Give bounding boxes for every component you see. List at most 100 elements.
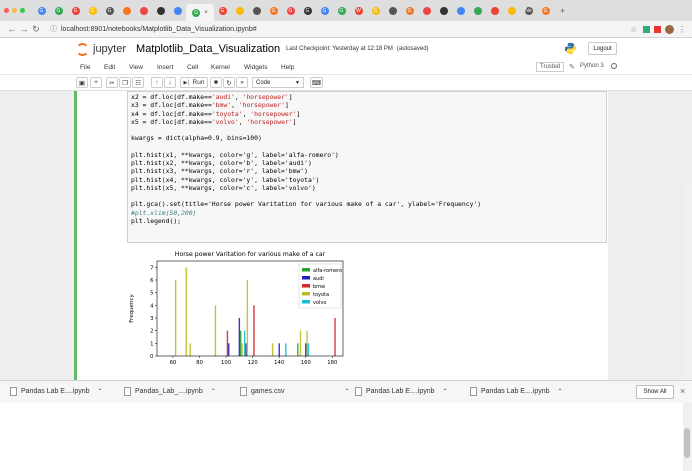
jupyter-logo[interactable]: jupyter [76, 42, 126, 56]
y-tick-label: 1 [150, 341, 153, 347]
browser-tab[interactable]: G [282, 4, 299, 18]
download-item[interactable]: games.csv ⌃ [240, 387, 350, 396]
browser-tab[interactable] [231, 4, 248, 18]
menu-view[interactable]: View [129, 64, 143, 71]
code-token: ] [292, 117, 297, 126]
browser-tab[interactable] [135, 4, 152, 18]
code-token: 'horsepower' [250, 109, 297, 118]
browser-tab[interactable]: G [33, 4, 50, 18]
browser-tab[interactable]: W [350, 4, 367, 18]
download-item[interactable]: Pandas_Lab_....ipynb ⌃ [124, 387, 216, 396]
browser-tab[interactable] [169, 4, 186, 18]
browser-tab[interactable]: G [299, 4, 316, 18]
close-icon[interactable]: × [680, 386, 685, 396]
code-editor[interactable]: x2 = df.loc[df.make=='audi', 'horsepower… [131, 93, 603, 225]
browser-tab[interactable]: G [401, 4, 418, 18]
notebook-scrollbar[interactable] [683, 182, 692, 471]
code-line: plt.hist(x5, **kwargs, color='c', label=… [131, 184, 603, 192]
code-cell[interactable]: x2 = df.loc[df.make=='audi', 'horsepower… [74, 91, 608, 380]
extension-icon[interactable] [654, 25, 661, 33]
tab-favicon-icon: G [286, 6, 295, 15]
browser-tab[interactable]: G [84, 4, 101, 18]
new-tab-button[interactable]: + [560, 6, 565, 16]
avatar[interactable] [665, 24, 674, 34]
scrollbar-thumb[interactable] [684, 428, 690, 458]
menu-edit[interactable]: Edit [104, 64, 115, 71]
browser-tab[interactable] [486, 4, 503, 18]
chevron-up-icon[interactable]: ⌃ [558, 388, 563, 395]
save-button[interactable]: ▣ [76, 77, 88, 88]
tab-favicon-icon [122, 6, 131, 15]
logout-button[interactable]: Logout [588, 42, 617, 55]
download-item[interactable]: Pandas Lab E....ipynb ⌃ [355, 387, 448, 396]
move-up-button[interactable]: ↑ [151, 77, 163, 88]
browser-tab[interactable]: G [67, 4, 84, 18]
browser-tab[interactable]: G [50, 4, 67, 18]
browser-tab[interactable] [435, 4, 452, 18]
browser-tab[interactable]: G [265, 4, 282, 18]
show-all-button[interactable]: Show All [636, 385, 674, 399]
browser-tab[interactable] [384, 4, 401, 18]
menu-icon[interactable]: ⋮ [678, 25, 686, 34]
browser-tab[interactable]: G [214, 4, 231, 18]
browser-tab[interactable] [469, 4, 486, 18]
notebook-name[interactable]: Matplotlib_Data_Visualization [136, 43, 280, 55]
tab-favicon-icon: G [71, 6, 80, 15]
histogram-bar [240, 330, 242, 356]
download-item[interactable]: Pandas Lab E....ipynb ⌃ [10, 387, 103, 396]
move-down-button[interactable]: ↓ [164, 77, 176, 88]
back-icon[interactable]: ← [6, 24, 18, 34]
browser-tab[interactable]: Ne [520, 4, 537, 18]
x-tick-label: 160 [301, 360, 312, 366]
minimize-window-icon[interactable] [12, 8, 17, 13]
code-token: 'volvo' [211, 117, 239, 126]
menu-widgets[interactable]: Widgets [244, 64, 267, 71]
cell-type-select[interactable]: Code ▼ [252, 77, 304, 88]
trusted-indicator[interactable]: Trusted [536, 62, 565, 72]
chevron-up-icon[interactable]: ⌃ [98, 388, 103, 395]
copy-button[interactable]: ❐ [119, 77, 131, 88]
menu-insert[interactable]: Insert [157, 64, 173, 71]
browser-tab[interactable] [503, 4, 520, 18]
insert-cell-button[interactable]: + [90, 77, 102, 88]
browser-tab[interactable]: G [537, 4, 554, 18]
maximize-window-icon[interactable] [20, 8, 25, 13]
code-token: , [231, 101, 239, 110]
run-button[interactable]: ▶│ Run [180, 77, 208, 88]
browser-tab[interactable]: G [316, 4, 333, 18]
download-item[interactable]: Pandas Lab E....ipynb ⌃ [470, 387, 563, 396]
menu-help[interactable]: Help [281, 64, 294, 71]
browser-tab[interactable] [452, 4, 469, 18]
forward-icon[interactable]: → [18, 24, 30, 34]
menu-file[interactable]: File [80, 64, 90, 71]
close-window-icon[interactable] [4, 8, 9, 13]
paste-button[interactable]: ☷ [132, 77, 144, 88]
pencil-icon[interactable]: ✎ [569, 63, 575, 71]
code-token: 'horsepower' [242, 93, 289, 101]
tab-close-icon[interactable]: × [204, 10, 208, 16]
restart-run-all-button[interactable]: » [236, 77, 248, 88]
chevron-up-icon[interactable]: ⌃ [443, 388, 448, 395]
chevron-up-icon[interactable]: ⌃ [344, 388, 349, 395]
star-icon[interactable]: ☆ [630, 25, 637, 34]
browser-tab[interactable]: G × [186, 4, 214, 21]
browser-tab[interactable]: G [101, 4, 118, 18]
interrupt-button[interactable]: ■ [210, 77, 222, 88]
restart-button[interactable]: ↻ [223, 77, 235, 88]
browser-tab[interactable]: G [367, 4, 384, 18]
menu-kernel[interactable]: Kernel [211, 64, 230, 71]
menu-cell[interactable]: Cell [187, 64, 198, 71]
browser-tab[interactable] [248, 4, 265, 18]
browser-tab[interactable] [152, 4, 169, 18]
url-field[interactable]: ⓘ localhost:8901/notebooks/Matplotlib_Da… [50, 23, 622, 35]
command-palette-button[interactable]: ⌨ [310, 77, 323, 88]
play-icon: ▶│ [183, 79, 191, 86]
chevron-up-icon[interactable]: ⌃ [211, 388, 216, 395]
extension-icon[interactable] [643, 25, 650, 33]
browser-tab[interactable] [118, 4, 135, 18]
cut-button[interactable]: ✂ [106, 77, 118, 88]
browser-tab[interactable] [418, 4, 435, 18]
reload-icon[interactable]: ↻ [30, 24, 42, 35]
code-input[interactable]: x2 = df.loc[df.make=='audi', 'horsepower… [127, 91, 607, 243]
browser-tab[interactable]: G [333, 4, 350, 18]
